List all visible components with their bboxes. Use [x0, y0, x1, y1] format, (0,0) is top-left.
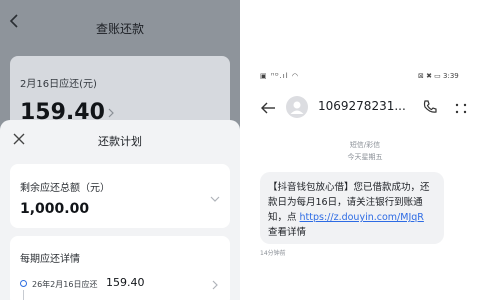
message-category: 短信/彩信	[349, 141, 381, 149]
chevron-down-icon	[210, 196, 220, 202]
chevron-right-icon[interactable]	[210, 280, 220, 290]
person-icon	[290, 101, 304, 114]
remaining-total-label: 剩余应还总额（元）	[20, 183, 110, 194]
more-options-icon[interactable]	[454, 101, 468, 115]
status-bar-left: ▣ ᴴᴰ.ıl ◠	[260, 72, 299, 80]
status-bar: ▣ ᴴᴰ.ıl ◠ ⊠ ✖ ▭ 3:39	[250, 68, 480, 86]
message-text: 【抖音钱包放心借】您已借款成功，还款日为每月16日，请关注银行到账通知，点 ht…	[268, 180, 436, 240]
remaining-total-value: 1,000.00	[20, 201, 90, 217]
sender-number: 1069278231...	[318, 99, 406, 113]
installment-date: 26年2月16日应还	[32, 280, 98, 289]
repayment-app-screen: 查账还款 2月16日应还(元) 159.40 还款计划 剩余应还总额（元） 1,…	[0, 0, 240, 300]
sheet-title: 还款计划	[98, 135, 142, 148]
conversation-header: 1069278231...	[250, 92, 480, 122]
status-bar-right: ⊠ ✖ ▭ 3:39	[418, 72, 459, 80]
message-day: 今天星期五	[347, 153, 383, 161]
page-title: 查账还款	[95, 22, 144, 36]
timeline-dot-icon	[20, 280, 27, 287]
installment-amount: 159.40	[106, 276, 145, 289]
due-date-label: 2月16日应还(元)	[20, 79, 97, 90]
repayment-plan-sheet: 还款计划 剩余应还总额（元） 1,000.00 每期应还详情 26年2月16日应…	[0, 120, 240, 300]
remaining-total-row[interactable]: 剩余应还总额（元） 1,000.00	[10, 164, 230, 228]
contact-avatar[interactable]	[286, 96, 308, 118]
app-header: 查账还款	[0, 0, 240, 44]
message-bubble[interactable]: 【抖音钱包放心借】您已借款成功，还款日为每月16日，请关注银行到账通知，点 ht…	[260, 172, 444, 244]
back-arrow-icon[interactable]	[260, 100, 276, 116]
timeline-line	[23, 290, 24, 300]
chevron-right-icon	[108, 108, 114, 118]
installment-details-panel: 每期应还详情 26年2月16日应还 159.40	[10, 236, 230, 300]
message-time: 14分钟前	[260, 250, 286, 257]
phone-icon[interactable]	[422, 99, 438, 115]
message-text-part-2: 查看详情	[268, 227, 307, 238]
message-link[interactable]: https://z.douyin.com/MJqR	[300, 212, 424, 223]
installment-details-label: 每期应还详情	[20, 254, 80, 265]
sms-screen: ▣ ᴴᴰ.ıl ◠ ⊠ ✖ ▭ 3:39 1069278231... 短信/彩信…	[250, 68, 480, 300]
